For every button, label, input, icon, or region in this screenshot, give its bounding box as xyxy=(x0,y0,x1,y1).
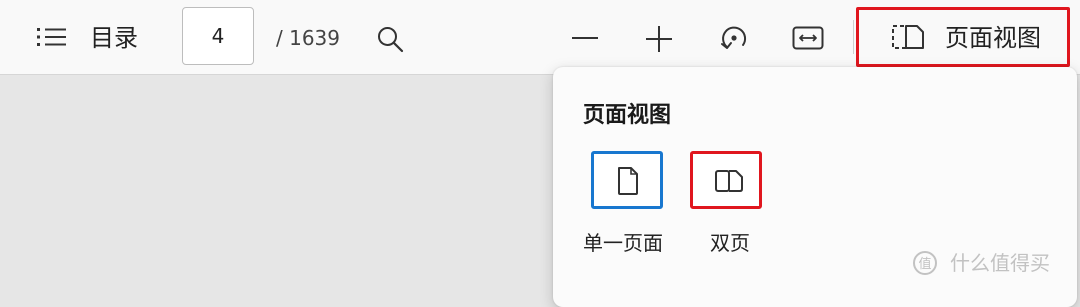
double-page-label[interactable]: 双页 xyxy=(710,229,750,257)
double-page-icon xyxy=(714,169,744,193)
search-icon[interactable] xyxy=(376,25,404,53)
page-view-button[interactable]: 页面视图 xyxy=(856,7,1070,67)
watermark-text: 什么值得买 xyxy=(950,251,1050,275)
single-page-option[interactable] xyxy=(591,151,663,209)
single-page-label[interactable]: 单一页面 xyxy=(583,229,663,257)
page-view-button-label: 页面视图 xyxy=(945,24,1041,52)
toolbar-divider xyxy=(853,20,854,54)
page-number-input[interactable]: 4 xyxy=(182,7,254,65)
watermark-logo-icon: 值 xyxy=(910,251,940,283)
plus-icon[interactable] xyxy=(645,25,673,53)
watermark: 值 什么值得买 xyxy=(910,248,1050,278)
rotate-icon[interactable] xyxy=(718,22,750,54)
page-total: / 1639 xyxy=(276,26,340,50)
minus-icon[interactable] xyxy=(571,26,599,50)
popup-title: 页面视图 xyxy=(583,103,672,128)
fit-width-icon[interactable] xyxy=(792,26,824,50)
toolbar: 目录 4 / 1639 页面视图 xyxy=(0,0,1080,75)
page-view-icon xyxy=(891,24,925,50)
double-page-option[interactable] xyxy=(690,151,762,209)
toc-label[interactable]: 目录 xyxy=(90,22,138,54)
list-icon[interactable] xyxy=(36,26,68,48)
single-page-icon xyxy=(616,166,640,196)
svg-text:值: 值 xyxy=(918,256,931,272)
